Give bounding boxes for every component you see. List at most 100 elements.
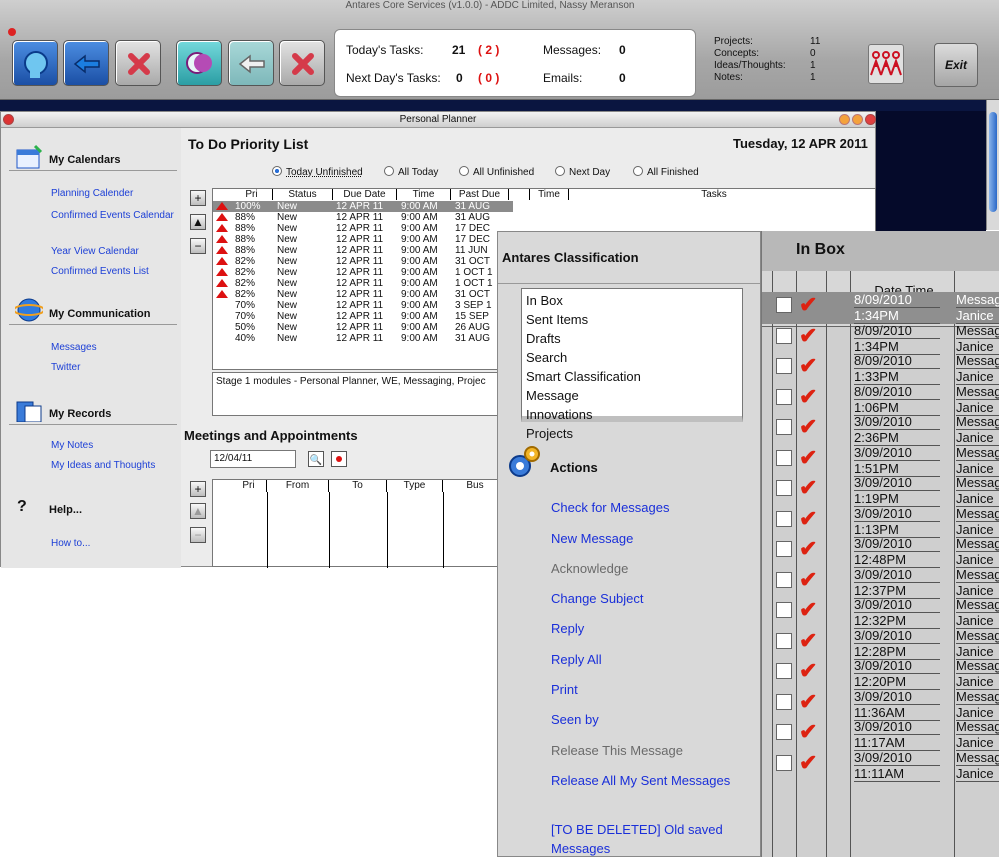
new-checkbox[interactable]	[776, 388, 792, 405]
person-profile-button[interactable]	[12, 40, 58, 86]
team-button[interactable]	[868, 44, 904, 84]
meet-col-type[interactable]: Type	[387, 480, 443, 492]
todo-row[interactable]: 82% New 12 APR 11 9:00 AM 1 OCT 1	[213, 278, 513, 289]
new-checkbox[interactable]	[776, 297, 792, 313]
classification-item[interactable]: Sent Items	[526, 310, 738, 329]
inbox-row[interactable]: ✔ 3/09/2010 1:51PM Messag Janice	[762, 445, 999, 477]
classification-item[interactable]: Message	[526, 386, 738, 405]
todo-row[interactable]: 70% New 12 APR 11 9:00 AM 15 SEP	[213, 311, 513, 322]
add-meeting-button[interactable]: +	[190, 481, 206, 497]
inbox-row[interactable]: ✔ 3/09/2010 12:20PM Messag Janice	[762, 658, 999, 690]
action-link[interactable]: Change Subject	[551, 589, 751, 608]
add-task-button[interactable]: +	[190, 190, 206, 206]
todays-tasks-overdue[interactable]: ( 2 )	[478, 43, 499, 57]
move-up-button[interactable]: ▲	[190, 214, 206, 230]
todo-row[interactable]: 100% New 12 APR 11 9:00 AM 31 AUG	[213, 201, 513, 212]
inbox-row[interactable]: ✔ 3/09/2010 1:13PM Messag Janice	[762, 506, 999, 538]
sidebar-item-twitter[interactable]: Twitter	[51, 362, 175, 374]
todo-row[interactable]: 82% New 12 APR 11 9:00 AM 31 OCT	[213, 256, 513, 267]
new-checkbox[interactable]	[776, 754, 792, 771]
filter-all-unfinished[interactable]: All Unfinished	[459, 166, 534, 178]
col-pri[interactable]: Pri	[231, 189, 273, 200]
search-date-button[interactable]: 🔍	[308, 451, 324, 467]
sidebar-item-how-to[interactable]: How to...	[51, 538, 175, 550]
back-button[interactable]	[63, 40, 109, 86]
action-link[interactable]: Check for Messages	[551, 498, 751, 517]
action-link[interactable]: Reply	[551, 619, 751, 638]
exit-button[interactable]: Exit	[934, 43, 978, 87]
messages-count[interactable]: 0	[619, 43, 626, 57]
filter-all-finished[interactable]: All Finished	[633, 166, 699, 178]
meet-col-pri[interactable]: Pri	[231, 480, 267, 492]
inbox-row[interactable]: ✔ 3/09/2010 12:37PM Messag Janice	[762, 567, 999, 599]
col-status[interactable]: Status	[273, 189, 333, 200]
close-icon[interactable]	[3, 114, 14, 125]
new-checkbox[interactable]	[776, 480, 792, 496]
scrollbar-thumb[interactable]	[989, 112, 997, 212]
zoom-icon[interactable]	[852, 114, 863, 125]
action-link[interactable]: Release This Message	[551, 741, 751, 760]
new-checkbox[interactable]	[776, 510, 792, 527]
sidebar-item-my-notes[interactable]: My Notes	[51, 440, 175, 452]
inbox-row[interactable]: ✔ 3/09/2010 1:19PM Messag Janice	[762, 475, 999, 507]
new-checkbox[interactable]	[776, 541, 792, 557]
cancel-button[interactable]	[115, 40, 161, 86]
sidebar-item-year-view-calendar[interactable]: Year View Calendar	[51, 246, 175, 258]
inbox-row[interactable]: ✔ 3/09/2010 12:32PM Messag Janice	[762, 597, 999, 629]
filter-next-day[interactable]: Next Day	[555, 166, 610, 178]
classification-item[interactable]: Drafts	[526, 329, 738, 348]
inbox-row[interactable]: ✔ 3/09/2010 12:48PM Messag Janice	[762, 536, 999, 568]
inbox-row[interactable]: ✔ 3/09/2010 11:11AM Messag Janice	[762, 750, 999, 782]
sidebar-item-planning-calender[interactable]: Planning Calender	[51, 188, 175, 200]
inbox-row[interactable]: ✔ 8/09/2010 1:34PM Messag Janice	[762, 292, 999, 324]
meet-col-from[interactable]: From	[267, 480, 329, 492]
inbox-row[interactable]: ✔ 3/09/2010 11:36AM Messag Janice	[762, 689, 999, 721]
back-disabled-button[interactable]	[228, 40, 274, 86]
sidebar-item-confirmed-events-list[interactable]: Confirmed Events List	[51, 266, 175, 278]
action-link[interactable]: Seen by	[551, 710, 751, 729]
inbox-row[interactable]: ✔ 3/09/2010 11:17AM Messag Janice	[762, 719, 999, 751]
minimize-icon[interactable]	[839, 114, 850, 125]
todo-row[interactable]: 40% New 12 APR 11 9:00 AM 31 AUG	[213, 333, 513, 344]
classification-item[interactable]: Innovations	[526, 405, 738, 424]
cancel-secondary-button[interactable]	[279, 40, 325, 86]
classification-item[interactable]: Projects	[526, 424, 738, 443]
action-link[interactable]: Release All My Sent Messages	[551, 771, 751, 790]
inbox-row[interactable]: ✔ 3/09/2010 2:36PM Messag Janice	[762, 414, 999, 446]
sidebar-item-my-ideas[interactable]: My Ideas and Thoughts	[51, 460, 175, 472]
action-link[interactable]: Print	[551, 680, 751, 699]
next-tasks-count[interactable]: 0	[456, 71, 463, 85]
action-link[interactable]: New Message	[551, 529, 751, 548]
todo-row[interactable]: 88% New 12 APR 11 9:00 AM 11 JUN	[213, 245, 513, 256]
col-due-date[interactable]: Due Date	[333, 189, 397, 200]
classification-item[interactable]: Search	[526, 348, 738, 367]
new-checkbox[interactable]	[776, 632, 792, 649]
new-checkbox[interactable]	[776, 602, 792, 618]
filter-today-unfinished[interactable]: Today Unfinished	[272, 166, 363, 178]
col-time-2[interactable]: Time	[529, 189, 569, 200]
meet-col-to[interactable]: To	[329, 480, 387, 492]
inbox-row[interactable]: ✔ 8/09/2010 1:06PM Messag Janice	[762, 384, 999, 416]
todays-tasks-count[interactable]: 21	[452, 43, 465, 57]
meeting-up-button[interactable]: ▲	[190, 503, 206, 519]
todo-row[interactable]: 88% New 12 APR 11 9:00 AM 31 AUG	[213, 212, 513, 223]
action-link[interactable]: [TO BE DELETED] Old saved Messages	[551, 820, 751, 857]
meeting-date-input[interactable]: 12/04/11	[210, 450, 296, 468]
new-checkbox[interactable]	[776, 358, 792, 374]
new-checkbox[interactable]	[776, 327, 792, 344]
emails-count[interactable]: 0	[619, 71, 626, 85]
action-link[interactable]: Acknowledge	[551, 559, 751, 578]
todo-row[interactable]: 82% New 12 APR 11 9:00 AM 31 OCT	[213, 289, 513, 300]
remove-meeting-button[interactable]: −	[190, 527, 206, 543]
todo-row[interactable]: 82% New 12 APR 11 9:00 AM 1 OCT 1	[213, 267, 513, 278]
classification-item[interactable]: In Box	[526, 291, 738, 310]
remove-task-button[interactable]: −	[190, 238, 206, 254]
sidebar-item-confirmed-events-calendar[interactable]: Confirmed Events Calendar	[51, 210, 175, 222]
new-checkbox[interactable]	[776, 449, 792, 466]
next-tasks-overdue[interactable]: ( 0 )	[478, 71, 499, 85]
sidebar-item-messages[interactable]: Messages	[51, 342, 175, 354]
col-past-due[interactable]: Past Due	[451, 189, 509, 200]
close-window-icon[interactable]	[8, 28, 16, 36]
classification-item[interactable]: Smart Classification	[526, 367, 738, 386]
filter-all-today[interactable]: All Today	[384, 166, 438, 178]
